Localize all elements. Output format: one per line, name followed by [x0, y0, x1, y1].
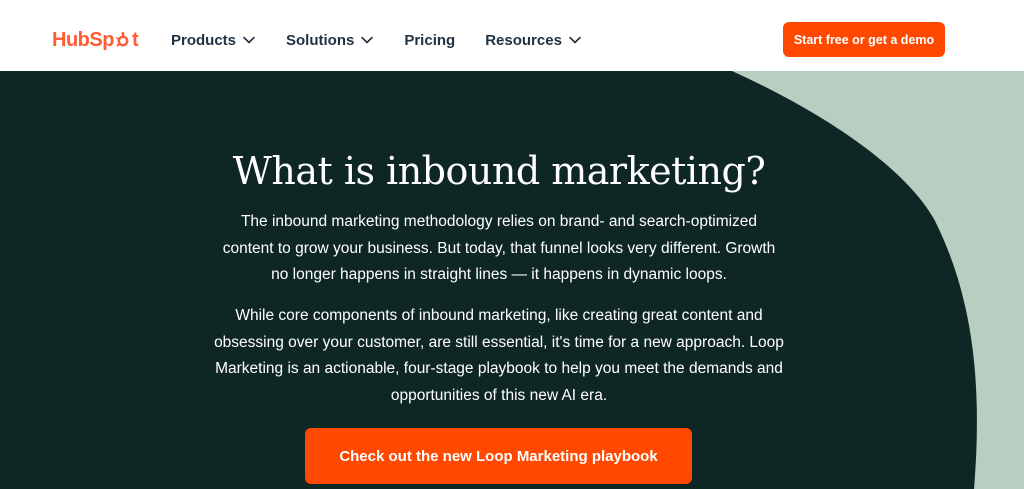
hubspot-logo[interactable]: HubSp t: [52, 27, 139, 53]
loop-marketing-playbook-button[interactable]: Check out the new Loop Marketing playboo…: [305, 428, 692, 484]
hero-paragraph-intro: The inbound marketing methodology relies…: [222, 213, 776, 283]
sprocket-icon: [115, 32, 129, 47]
nav-item-label: Products: [171, 31, 237, 49]
nav-item-products[interactable]: Products: [171, 32, 256, 49]
chevron-down-icon: [569, 36, 581, 44]
logo-text-start: HubSp: [52, 29, 114, 51]
page-title: What is inbound marketing?: [232, 149, 766, 193]
main-nav: Products Solutions Pricing Resources: [171, 0, 612, 80]
nav-item-resources[interactable]: Resources: [485, 32, 582, 49]
chevron-down-icon: [361, 36, 374, 44]
nav-item-solutions[interactable]: Solutions: [286, 32, 374, 49]
hero-paragraph-loop: While core components of inbound marketi…: [214, 307, 784, 404]
nav-item-label: Pricing: [404, 31, 456, 49]
nav-item-pricing[interactable]: Pricing: [404, 32, 455, 49]
nav-item-label: Resources: [485, 31, 562, 49]
start-free-demo-button[interactable]: Start free or get a demo: [783, 22, 945, 57]
logo-text-end: t: [131, 29, 139, 51]
hero-content: What is inbound marketing? The inbound m…: [0, 71, 1024, 489]
nav-item-label: Solutions: [286, 31, 355, 49]
hero-section: What is inbound marketing? The inbound m…: [0, 71, 1024, 489]
chevron-down-icon: [243, 36, 255, 44]
top-navigation: HubSp t Products Solutions Pricing Resou…: [0, 0, 1024, 71]
